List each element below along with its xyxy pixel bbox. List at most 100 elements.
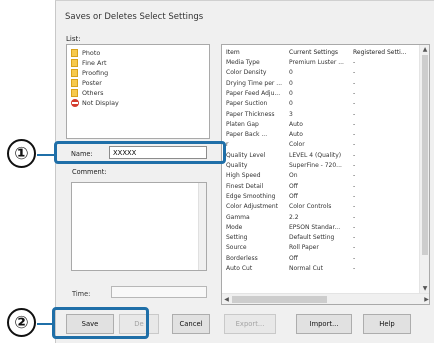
cell-item: Borderless [226,254,258,262]
table-row[interactable]: Media Type Premium Luster ... - [222,58,421,67]
cell-current-setting: Off [289,182,298,190]
table-row[interactable]: Color Density 0 - [222,68,421,77]
callout-number-one: ① [7,139,36,168]
folder-icon [71,59,78,67]
cell-registered-setting: - [353,69,356,77]
cell-registered-setting: - [353,254,356,262]
list-item-label: Poster [82,79,102,87]
table-row[interactable]: Quality Level LEVEL 4 (Quality) - [222,151,421,160]
list-item-proofing[interactable]: Proofing [71,68,108,78]
scroll-thumb[interactable] [422,55,428,255]
table-row[interactable]: r Color - [222,140,421,149]
cell-item: Finest Detail [226,182,264,190]
scroll-left-arrow-icon[interactable]: ◀ [222,294,231,304]
cell-item: Paper Thickness [226,110,275,118]
cell-item: Drying Time per ... [226,79,283,87]
cell-item: Media Type [226,59,260,66]
table-row[interactable]: Borderless Off - [222,254,421,263]
folder-icon [71,79,78,87]
list-item-poster[interactable]: Poster [71,78,102,88]
list-item-label: Others [82,89,104,97]
column-header-registered: Registered Setti... [353,49,407,56]
list-item-photo[interactable]: Photo [71,48,100,58]
table-row[interactable]: Gamma 2.2 - [222,213,421,222]
cell-current-setting: 0 [289,69,293,77]
table-row[interactable]: Finest Detail Off - [222,182,421,191]
help-button[interactable]: Help [363,314,411,334]
list-item-others[interactable]: Others [71,88,103,98]
screenshot-stage: Saves or Deletes Select Settings List: P… [0,0,434,343]
cell-item: Paper Back ... [226,131,268,139]
comment-scrollbar[interactable] [198,183,206,270]
cell-current-setting: 0 [289,79,293,87]
column-header-current: Current Settings [289,49,339,56]
time-field [111,286,207,298]
scroll-down-arrow-icon[interactable]: ▼ [421,284,429,293]
comment-textarea[interactable] [71,182,207,271]
cell-item: Edge Smoothing [226,192,276,200]
cell-registered-setting: - [353,213,356,221]
table-row[interactable]: Quality SuperFine - 720... - [222,161,421,170]
list-item-label: Not Display [82,99,119,107]
name-input[interactable]: XXXXX [109,146,207,159]
folder-icon [71,89,78,97]
cancel-button[interactable]: Cancel [172,314,210,334]
callout-connector [37,323,53,325]
table-horizontal-scrollbar[interactable]: ◀ ▶ [222,293,429,304]
table-row[interactable]: Source Roll Paper - [222,243,421,252]
cell-current-setting: 0 [289,89,293,97]
column-header-item: Item [226,49,240,56]
cell-current-setting: Roll Paper [289,244,319,252]
cell-item: Mode [226,223,243,231]
cell-registered-setting: - [353,244,356,252]
scroll-right-arrow-icon[interactable]: ▶ [422,294,429,304]
import-button[interactable]: Import... [296,314,352,334]
list-item-not-display[interactable]: Not Display [71,98,119,108]
cell-registered-setting: - [353,100,356,108]
table-row[interactable]: Edge Smoothing Off - [222,192,421,201]
table-row[interactable]: Auto Cut Normal Cut - [222,264,421,273]
cell-registered-setting: - [353,172,356,180]
cell-current-setting: 0 [289,100,293,108]
list-item-fine-art[interactable]: Fine Art [71,58,107,68]
cell-item: High Speed [226,172,261,180]
settings-list[interactable]: Photo Fine Art Proofing Poster Others No… [66,44,210,139]
table-row[interactable]: Paper Back ... Auto - [222,130,421,139]
cell-registered-setting: - [353,234,356,242]
table-header: Item Current Settings Registered Setti..… [222,48,421,57]
list-label: List: [66,35,81,43]
cell-registered-setting: - [353,131,356,139]
cell-current-setting: Normal Cut [289,265,323,272]
cell-item: Paper Suction [226,100,268,108]
folder-icon [71,49,78,57]
table-row[interactable]: Drying Time per ... 0 - [222,79,421,88]
table-row[interactable]: Color Adjustment Color Controls - [222,202,421,211]
export-button[interactable]: Export... [224,314,276,334]
scroll-up-arrow-icon[interactable]: ▲ [421,45,429,54]
delete-button[interactable]: De [119,314,159,334]
list-item-label: Fine Art [82,59,107,67]
table-row[interactable]: High Speed On - [222,171,421,180]
scroll-thumb-horizontal[interactable] [232,296,327,303]
save-button[interactable]: Save [66,314,114,334]
list-item-label: Proofing [82,69,109,77]
cell-item: Source [226,244,247,252]
list-item-label: Photo [82,49,101,57]
cell-registered-setting: - [353,151,356,159]
cell-current-setting: Off [289,254,298,262]
table-row[interactable]: Paper Feed Adju... 0 - [222,89,421,98]
table-vertical-scrollbar[interactable]: ▲ ▼ [419,45,429,293]
callout-number-two: ② [7,308,36,337]
table-row[interactable]: Platen Gap Auto - [222,120,421,129]
name-label: Name: [71,150,93,158]
table-row[interactable]: Setting Default Setting - [222,233,421,242]
table-row[interactable]: Paper Thickness 3 - [222,110,421,119]
cell-current-setting: Color Controls [289,203,332,211]
settings-table[interactable]: Item Current Settings Registered Setti..… [221,44,430,305]
cell-registered-setting: - [353,89,356,97]
time-label: Time: [72,290,91,298]
cell-registered-setting: - [353,223,356,231]
table-row[interactable]: Paper Suction 0 - [222,99,421,108]
table-row[interactable]: Mode EPSON Standar... - [222,223,421,232]
cell-item: Color Density [226,69,267,77]
